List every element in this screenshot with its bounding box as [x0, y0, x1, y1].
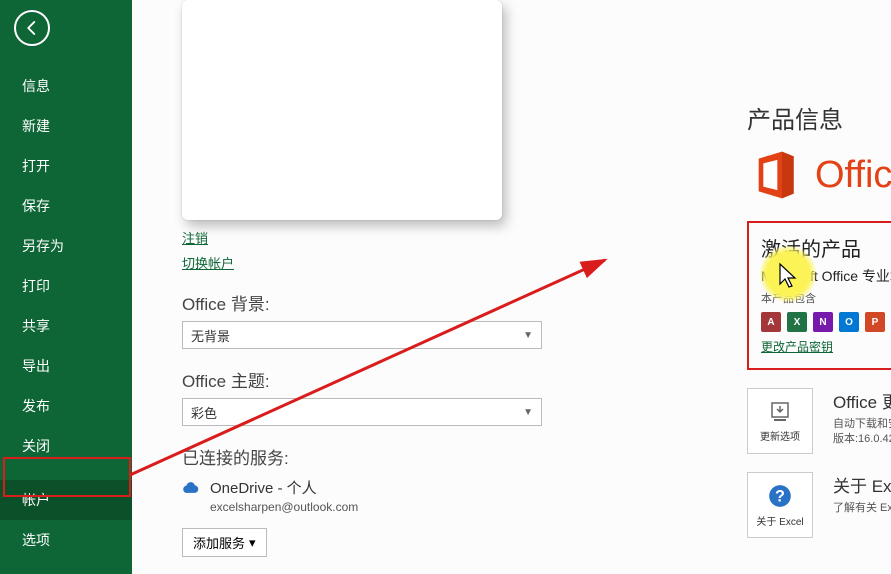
add-service-button[interactable]: 添加服务 ▾ — [182, 528, 267, 557]
nav-print[interactable]: 打印 — [0, 266, 132, 306]
question-icon: ? — [767, 483, 793, 509]
about-title: 关于 Excel — [833, 472, 891, 497]
product-version: Microsoft Office 专业增强版 2016 — [761, 266, 891, 286]
svg-text:?: ? — [775, 487, 785, 505]
product-includes-label: 本产品包含 — [761, 290, 891, 306]
update-title: Office 更新 — [833, 388, 891, 413]
chevron-down-icon: ▼ — [523, 330, 533, 341]
service-name: OneDrive - 个人 — [210, 477, 358, 498]
nav-options[interactable]: 选项 — [0, 520, 132, 560]
update-options-tile[interactable]: 更新选项 — [747, 388, 813, 454]
activated-product-title: 激活的产品 — [761, 233, 891, 262]
about-desc: 了解有关 Excel、支持、产品 ID — [833, 501, 891, 516]
product-info-title: 产品信息 — [747, 100, 891, 135]
app-icon: N — [813, 312, 833, 332]
chevron-down-icon: ▾ — [249, 535, 256, 551]
office-logo: Office — [747, 147, 891, 203]
update-icon — [768, 400, 792, 424]
nav-open[interactable]: 打开 — [0, 146, 132, 186]
office-icon — [747, 147, 803, 203]
update-desc: 自动下载和安装更新。 — [833, 417, 891, 432]
app-icons-row: AXNOPPWS — [761, 312, 891, 332]
sidebar: 信息 新建 打开 保存 另存为 打印 共享 导出 发布 关闭 帐户 选项 — [0, 0, 132, 574]
office-background-dropdown[interactable]: 无背景 ▼ — [182, 321, 542, 349]
cloud-icon — [182, 481, 202, 495]
service-email: excelsharpen@outlook.com — [210, 500, 358, 514]
chevron-down-icon: ▼ — [523, 407, 533, 418]
activation-box: 激活的产品 Microsoft Office 专业增强版 2016 本产品包含 … — [747, 221, 891, 370]
nav-share[interactable]: 共享 — [0, 306, 132, 346]
product-info-column: 产品信息 Office 激活的产品 Microsoft Office 专业增强版… — [747, 100, 891, 538]
nav-account[interactable]: 帐户 — [0, 480, 132, 520]
about-excel-tile[interactable]: ? 关于 Excel — [747, 472, 813, 538]
nav-info[interactable]: 信息 — [0, 66, 132, 106]
app-icon: X — [787, 312, 807, 332]
account-preview-card — [182, 0, 502, 220]
main-content: 注销 切换帐户 Office 背景: 无背景 ▼ Office 主题: 彩色 ▼… — [132, 0, 891, 574]
app-icon: P — [865, 312, 885, 332]
back-arrow-icon — [23, 19, 41, 37]
nav-close[interactable]: 关闭 — [0, 426, 132, 466]
office-brand-text: Office — [815, 154, 891, 197]
change-product-key-link[interactable]: 更改产品密钥 — [761, 340, 833, 354]
nav-save[interactable]: 保存 — [0, 186, 132, 226]
nav-new[interactable]: 新建 — [0, 106, 132, 146]
nav-export[interactable]: 导出 — [0, 346, 132, 386]
update-version: 版本:16.0.4266.1003 — [833, 432, 891, 447]
nav-saveas[interactable]: 另存为 — [0, 226, 132, 266]
office-theme-dropdown[interactable]: 彩色 ▼ — [182, 398, 542, 426]
nav-publish[interactable]: 发布 — [0, 386, 132, 426]
app-icon: O — [839, 312, 859, 332]
back-button[interactable] — [14, 10, 50, 46]
app-icon: A — [761, 312, 781, 332]
